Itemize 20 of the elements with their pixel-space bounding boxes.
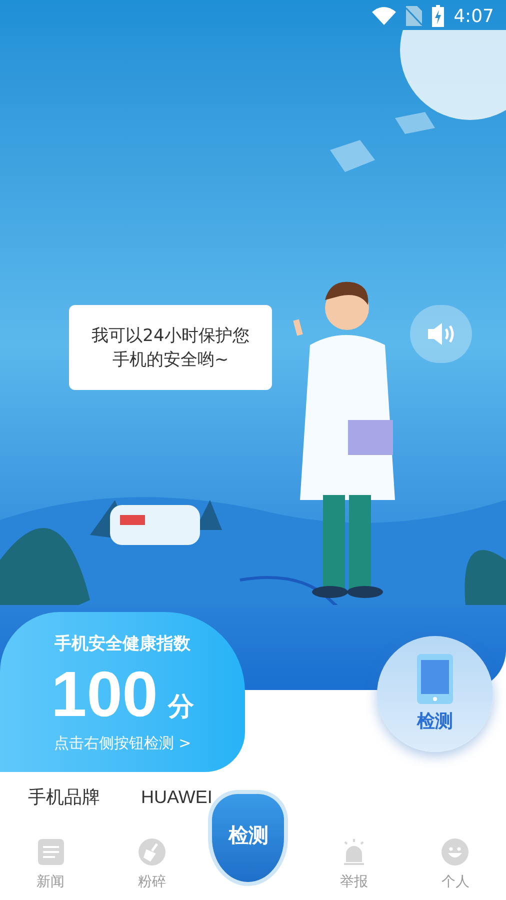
status-time: 4:07: [454, 4, 494, 28]
no-sim-icon: [406, 6, 422, 26]
tab-item[interactable]: 个人: [404, 830, 506, 900]
smiley-icon: [441, 838, 470, 866]
score-value: 100: [51, 662, 158, 726]
score-title: 手机安全健康指数: [54, 633, 190, 656]
speech-text: 我可以24小时保护您: [92, 324, 250, 348]
document-icon: [36, 838, 65, 866]
tab-item[interactable]: 举报: [304, 830, 405, 900]
detect-hint-link[interactable]: 点击右侧按钮检测 >: [54, 732, 192, 754]
wifi-icon: [372, 7, 396, 25]
score-unit: 分: [168, 694, 194, 720]
speech-text: 手机的安全哟~: [112, 348, 229, 372]
tab-item[interactable]: 粉碎: [101, 830, 202, 900]
battery-charging-icon: [432, 5, 444, 27]
speaker-icon: [426, 321, 456, 347]
broom-icon: [138, 838, 166, 866]
info-label: 手机品牌: [28, 786, 101, 810]
tab-item[interactable]: 新闻: [0, 830, 102, 900]
phone-icon: [417, 654, 453, 704]
